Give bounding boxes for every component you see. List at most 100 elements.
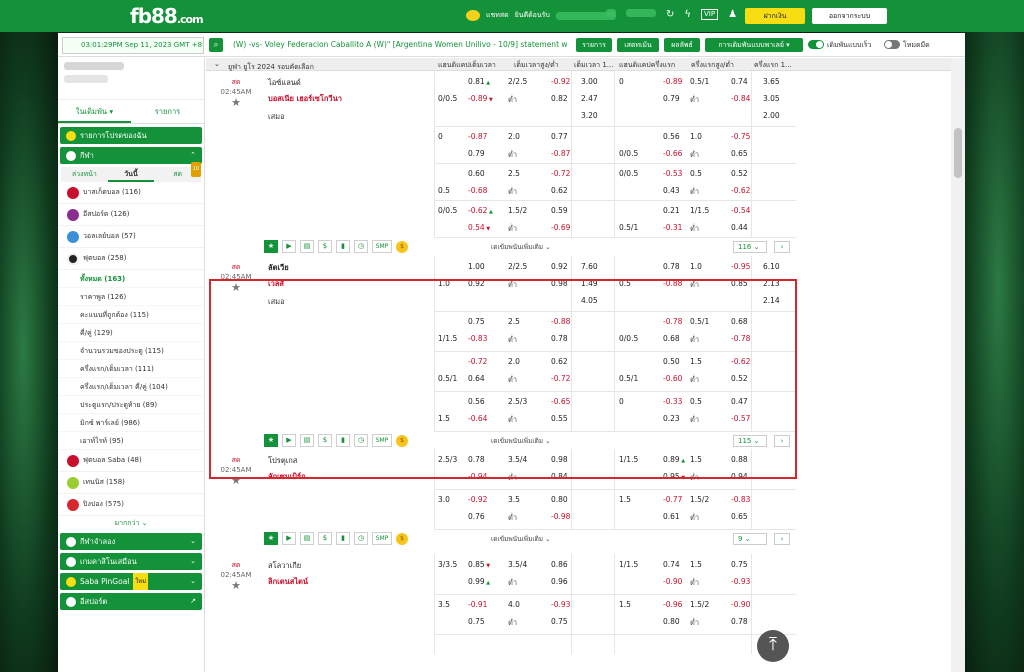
chart-icon[interactable]: ▮: [336, 240, 350, 253]
odds-value[interactable]: -0.72: [551, 169, 570, 178]
smp-button[interactable]: SMP: [372, 532, 392, 545]
saba-pingoal-section[interactable]: Saba PinGoal ใหม่ ⌄: [60, 573, 202, 590]
sport-volleyball[interactable]: วอลเลย์บอล (57): [58, 226, 204, 248]
sport-esports[interactable]: อีสปอร์ต (126): [58, 204, 204, 226]
odds-value[interactable]: 1.0: [690, 262, 702, 271]
odds-value[interactable]: 0.56: [663, 132, 680, 141]
football-sub-correct-score[interactable]: คะแนนที่ถูกต้อง (115): [58, 306, 204, 324]
market-count-select[interactable]: 116 ⌄: [733, 241, 767, 253]
odds-value[interactable]: 0/0.5: [438, 206, 457, 215]
tab-early[interactable]: ล่วงหน้า: [61, 167, 108, 182]
more-markets-link[interactable]: เดเข้มพนันเพิ่มเติม ⌄: [491, 242, 551, 252]
tab-in-bet[interactable]: ในเดิมพัน ▾: [58, 100, 131, 123]
timeline-icon[interactable]: ◷: [354, 532, 368, 545]
star-icon[interactable]: ★: [264, 240, 278, 253]
odds-value[interactable]: 0.76: [468, 512, 485, 521]
odds-value[interactable]: 3.00: [581, 77, 598, 86]
odds-value[interactable]: 0.78: [663, 262, 680, 271]
user-icon[interactable]: ♟: [728, 9, 737, 20]
odds-value[interactable]: 0.44: [731, 223, 748, 232]
odds-value[interactable]: 1.5/2: [690, 600, 709, 609]
odds-value[interactable]: -0.53: [663, 169, 682, 178]
odds-value[interactable]: 0: [438, 132, 443, 141]
odds-value[interactable]: 0.82: [551, 94, 568, 103]
home-team[interactable]: ไอซ์แลนด์: [268, 77, 301, 89]
sport-tennis[interactable]: เทนนิส (158): [58, 472, 204, 494]
football-sub-ht-ft[interactable]: ครึ่งแรก/เต็มเวลา (111): [58, 360, 204, 378]
odds-value[interactable]: 0/0.5: [438, 94, 457, 103]
odds-value[interactable]: 0.5/1: [619, 223, 638, 232]
odds-value[interactable]: 3.65: [763, 77, 780, 86]
sport-saba-football[interactable]: ฟุตบอล Saba (48): [58, 450, 204, 472]
odds-value[interactable]: -0.92: [468, 495, 487, 504]
odds-value[interactable]: -0.96: [663, 600, 682, 609]
odds-value[interactable]: 3/3.5: [438, 560, 457, 569]
odds-value[interactable]: 0: [619, 77, 624, 86]
chat-icon[interactable]: [466, 10, 480, 21]
odds-value[interactable]: -0.93: [731, 577, 750, 586]
odds-value[interactable]: 0.5: [690, 169, 702, 178]
virtual-casino-section[interactable]: เกมคาสิโนเสมือน ⌄: [60, 553, 202, 570]
odds-value[interactable]: 3.5: [508, 495, 520, 504]
odds-value[interactable]: 0.65: [731, 149, 748, 158]
chat-label[interactable]: แชทสด: [486, 10, 509, 21]
play-icon[interactable]: ▶: [282, 532, 296, 545]
statement-button[interactable]: เสตทเม้น: [617, 38, 659, 52]
odds-value[interactable]: 7.60: [581, 262, 598, 271]
parlay-settings-button[interactable]: การเดิมพันแบบพาเลย์ ▾: [705, 38, 803, 52]
odds-value[interactable]: 0.65: [731, 512, 748, 521]
scroll-thumb[interactable]: [954, 128, 962, 178]
odds-value[interactable]: 0.85 ▼: [468, 560, 490, 569]
odds-value[interactable]: 4.0: [508, 600, 520, 609]
odds-value[interactable]: -0.91: [468, 600, 487, 609]
more-markets-link[interactable]: เดเข้มพนันเพิ่มเติม ⌄: [491, 534, 551, 544]
odds-value[interactable]: -0.69: [551, 223, 570, 232]
chart-icon[interactable]: ▮: [336, 532, 350, 545]
football-sub-outright[interactable]: เอาท์ไรท์ (95): [58, 432, 204, 450]
football-sub-all[interactable]: ทั้งหมด (163): [58, 270, 204, 288]
odds-value[interactable]: 0.54 ▼: [468, 223, 490, 232]
tab-live[interactable]: สด 10: [154, 162, 202, 182]
odds-value[interactable]: 2.47: [581, 94, 598, 103]
football-sub-ht-ft-oe[interactable]: ครึ่งแรก/เต็มเวลา คี่/คู่ (104): [58, 378, 204, 396]
odds-value[interactable]: 1/1.5: [690, 206, 709, 215]
odds-value[interactable]: -0.95: [731, 262, 750, 271]
smp-button[interactable]: SMP: [372, 240, 392, 253]
odds-value[interactable]: 0.21: [663, 206, 680, 215]
odds-value[interactable]: 3.0: [438, 495, 450, 504]
odds-value[interactable]: 1.5/2: [508, 206, 527, 215]
odds-value[interactable]: 1.00: [468, 262, 485, 271]
sports-section[interactable]: กีฬา ⌃: [60, 147, 202, 164]
scrollbar[interactable]: [951, 58, 965, 672]
timeline-icon[interactable]: ◷: [354, 240, 368, 253]
odds-value[interactable]: -0.92: [551, 77, 570, 86]
away-team[interactable]: บอสเนีย เฮอร์เซโกวีนา: [268, 93, 342, 105]
balance-icon[interactable]: [606, 9, 616, 17]
odds-value[interactable]: 1/1.5: [619, 560, 638, 569]
stats-icon[interactable]: ▤: [300, 240, 314, 253]
odds-value[interactable]: 0.75: [731, 560, 748, 569]
football-sub-total-goals[interactable]: จำนวนรวมของประตู (115): [58, 342, 204, 360]
odds-value[interactable]: -0.87: [468, 132, 487, 141]
favorites-section[interactable]: รายการโปรดของฉัน: [60, 127, 202, 144]
odds-value[interactable]: 0.74: [731, 77, 748, 86]
odds-value[interactable]: 3.5: [438, 600, 450, 609]
odds-value[interactable]: -0.90: [731, 600, 750, 609]
logo[interactable]: fb88.com: [130, 4, 204, 28]
odds-value[interactable]: 3.5/4: [508, 560, 527, 569]
star-icon[interactable]: ★: [206, 96, 266, 109]
odds-value[interactable]: 0/0.5: [619, 169, 638, 178]
football-sub-mix-parlay[interactable]: มิกซ์ พาร์เลย์ (986): [58, 414, 204, 432]
odds-value[interactable]: 0.43: [663, 186, 680, 195]
odds-value[interactable]: 6.10: [763, 262, 780, 271]
odds-value[interactable]: 0.86: [551, 560, 568, 569]
odds-value[interactable]: 1.5: [619, 600, 631, 609]
odds-value[interactable]: -0.77: [663, 495, 682, 504]
odds-value[interactable]: 0.81 ▲: [468, 77, 490, 86]
virtual-sports-section[interactable]: กีฬาจำลอง ⌄: [60, 533, 202, 550]
results-button[interactable]: ผลลัพธ์: [664, 38, 700, 52]
next-arrow-icon[interactable]: ›: [774, 533, 790, 545]
odds-value[interactable]: 0.99 ▲: [468, 577, 490, 586]
odds-value[interactable]: -0.90: [663, 577, 682, 586]
odds-value[interactable]: 0.61: [663, 512, 680, 521]
